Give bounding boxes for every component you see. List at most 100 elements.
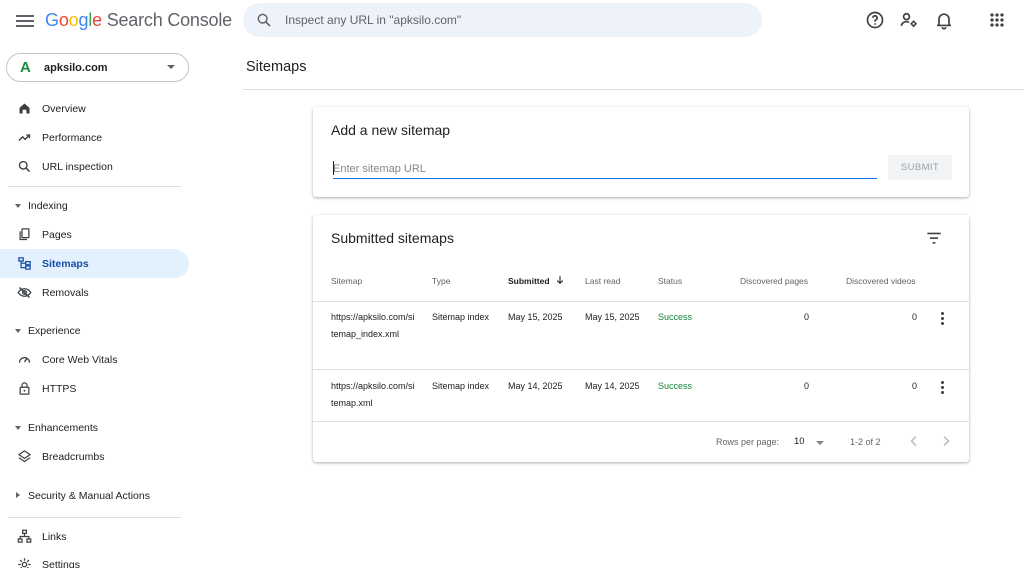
logo-letter: g [78,10,89,30]
column-header-label: Submitted [508,276,550,286]
chevron-right-icon[interactable] [940,435,952,447]
sidebar-section-security[interactable]: Security & Manual Actions [0,485,189,507]
manage-users-icon[interactable] [899,10,919,30]
nav-divider [8,517,181,518]
submitted-sitemaps-heading: Submitted sitemaps [331,230,454,246]
status-cell: Success [658,312,693,322]
sidebar-item-removals[interactable]: Removals [0,278,189,307]
more-vert-icon[interactable] [939,312,945,326]
row-divider [313,369,969,370]
text-cursor [333,161,334,175]
discovered-pages-cell: 0 [803,312,809,322]
nav-divider [8,186,181,187]
product-name: Search Console [106,10,232,30]
type-cell: Sitemap index [432,312,490,322]
sidebar-item-label: Core Web Vitals [42,353,118,366]
search-icon [257,13,271,27]
column-header-discovered-pages[interactable]: Discovered pages [740,276,808,286]
status-cell: Success [658,381,693,391]
sidebar-item-performance[interactable]: Performance [0,123,189,152]
title-divider [243,89,1024,90]
visibility-off-icon [17,287,32,298]
column-header-discovered-videos[interactable]: Discovered videos [846,276,915,286]
submitted-cell: May 15, 2025 [508,312,563,322]
column-header-last-read[interactable]: Last read [585,276,620,286]
pages-icon [19,228,30,241]
sidebar-item-sitemaps[interactable]: Sitemaps [0,249,189,278]
page-title: Sitemaps [246,59,307,75]
sidebar-item-pages[interactable]: Pages [0,220,189,249]
submitted-sitemaps-card: Submitted sitemaps Sitemap Type Submitte… [313,215,969,462]
sidebar-item-core-web-vitals[interactable]: Core Web Vitals [0,345,189,374]
last-read-cell: May 14, 2025 [585,381,640,391]
chevron-down-icon [816,441,824,445]
sidebar-item-url-inspection[interactable]: URL inspection [0,152,189,181]
last-read-cell: May 15, 2025 [585,312,640,322]
pagination-range: 1-2 of 2 [850,437,881,447]
url-inspection-search[interactable] [243,3,762,37]
sidebar-item-label: Pages [42,228,72,241]
chevron-left-icon[interactable] [908,435,920,447]
search-icon [18,160,31,173]
sidebar-item-label: Removals [42,286,89,299]
column-header-status[interactable]: Status [658,276,682,286]
sidebar-item-label: HTTPS [42,382,77,395]
column-header-sitemap[interactable]: Sitemap [331,276,362,286]
sidebar-section-indexing[interactable]: Indexing [0,195,189,217]
property-selector[interactable]: A apksilo.com [6,53,189,82]
sidebar-section-experience[interactable]: Experience [0,320,189,342]
logo-letter: G [45,10,59,30]
property-name: apksilo.com [44,61,108,74]
search-input[interactable] [285,13,725,27]
chevron-right-icon [16,492,20,498]
notifications-icon[interactable] [934,10,954,30]
layers-icon [18,450,31,463]
speed-gauge-icon [18,357,31,363]
trending-up-icon [18,134,31,142]
google-search-console-logo[interactable]: Google Search Console [45,10,232,31]
sitemap-url-input[interactable] [333,159,877,179]
sidebar-item-settings[interactable]: Settings [0,550,189,568]
sitemap-url-cell[interactable]: https://apksilo.com/sitemap_index.xml [331,309,416,343]
sitemap-url-cell[interactable]: https://apksilo.com/sitemap.xml [331,378,416,412]
help-icon[interactable] [865,10,885,30]
column-header-submitted[interactable]: Submitted [508,276,564,286]
more-vert-icon[interactable] [939,381,945,395]
gear-icon [18,558,31,568]
sidebar-item-https[interactable]: HTTPS [0,374,189,403]
sidebar-item-breadcrumbs[interactable]: Breadcrumbs [0,442,189,471]
sidebar-section-label: Indexing [28,200,68,212]
apps-grid-icon[interactable] [987,10,1007,30]
rows-per-page-value: 10 [794,436,805,447]
main-menu-icon[interactable] [14,12,36,30]
discovered-videos-cell: 0 [911,312,917,322]
filter-icon[interactable] [926,231,942,245]
sidebar-section-label: Security & Manual Actions [28,490,150,502]
submitted-cell: May 14, 2025 [508,381,563,391]
submit-button[interactable]: SUBMIT [888,155,952,180]
logo-letter: o [58,10,69,30]
logo-letter: e [92,10,102,30]
chevron-down-icon [15,329,21,333]
add-sitemap-heading: Add a new sitemap [331,122,451,138]
chevron-down-icon [15,426,21,430]
rows-per-page-select[interactable]: 10 [794,434,830,450]
sidebar-section-label: Enhancements [28,422,99,434]
column-header-type[interactable]: Type [432,276,450,286]
sidebar-item-links[interactable]: Links [0,522,189,551]
home-icon [19,103,30,114]
row-divider [313,421,969,422]
sidebar-item-label: Breadcrumbs [42,450,105,463]
sidebar-section-enhancements[interactable]: Enhancements [0,417,189,439]
add-sitemap-card: Add a new sitemap SUBMIT [313,107,969,197]
sidebar-item-label: Overview [42,102,86,115]
chevron-down-icon [15,204,21,208]
property-favicon-icon: A [20,59,31,76]
chevron-down-icon [167,65,175,69]
logo-letter: o [68,10,79,30]
sidebar-item-label: Settings [42,558,80,568]
sidebar-item-label: Links [42,530,67,543]
row-divider [313,301,969,302]
rows-per-page-label: Rows per page: [716,437,780,447]
sidebar-item-overview[interactable]: Overview [0,94,189,123]
